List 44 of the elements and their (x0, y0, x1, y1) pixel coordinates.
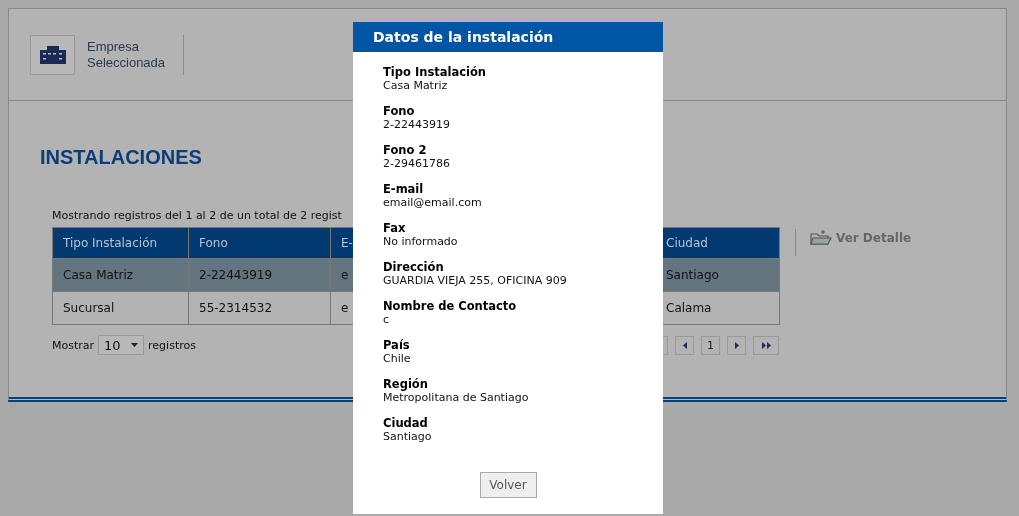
folder-icon (810, 230, 832, 246)
field-value: Chile (383, 352, 412, 365)
field-value: 2-29461786 (383, 157, 451, 170)
field-label: País (383, 339, 411, 352)
field-value: email@email.com (383, 196, 483, 209)
field-value: c (383, 313, 391, 326)
field-value: Metropolitana de Santiago (383, 391, 530, 404)
caret-icon (131, 343, 139, 347)
column-header[interactable]: Fono (188, 227, 331, 259)
double-right-triangle-icon (761, 341, 771, 349)
dialog-title: Datos de la instalación (353, 22, 663, 52)
records-label: registros (148, 338, 196, 352)
building-icon (39, 45, 66, 64)
field-label: Dirección (383, 261, 445, 274)
field-label: Fono 2 (383, 144, 428, 157)
page-title: INSTALACIONES (40, 145, 202, 169)
field-label: Fono (383, 105, 416, 118)
table-cell: 55-2314532 (188, 291, 331, 325)
field-label: Nombre de Contacto (383, 300, 518, 313)
back-button[interactable]: Volver (479, 472, 537, 498)
page-button[interactable]: 1 (701, 335, 720, 355)
last-page-button[interactable] (753, 335, 779, 355)
next-page-button[interactable] (727, 335, 746, 355)
table-cell: Sucursal (52, 291, 189, 325)
field-value: Casa Matriz (383, 79, 449, 92)
table-cell: Casa Matriz (52, 258, 189, 292)
field-value: Santiago (383, 430, 433, 443)
field-label: Región (383, 378, 429, 391)
table-cell: 2-22443919 (188, 258, 331, 292)
field-value: GUARDIA VIEJA 255, OFICINA 909 (383, 274, 568, 287)
field-label: Fax (383, 222, 407, 235)
field-value: 2-22443919 (383, 118, 451, 131)
page-size-select[interactable]: 10 (98, 335, 145, 355)
left-triangle-icon (682, 341, 687, 349)
field-label: Tipo Instalación (383, 66, 488, 79)
right-triangle-icon (734, 341, 739, 349)
show-label: Mostrar (52, 338, 95, 352)
field-value: No informado (383, 235, 459, 248)
column-header[interactable]: Tipo Instalación (52, 227, 189, 259)
field-label: E-mail (383, 183, 425, 196)
company-label: Empresa Seleccionada (87, 38, 166, 71)
field-label: Ciudad (383, 417, 429, 430)
records-info: Mostrando registros del 1 al 2 de un total de 2 regist (52, 209, 343, 223)
prev-page-button[interactable] (675, 335, 694, 355)
